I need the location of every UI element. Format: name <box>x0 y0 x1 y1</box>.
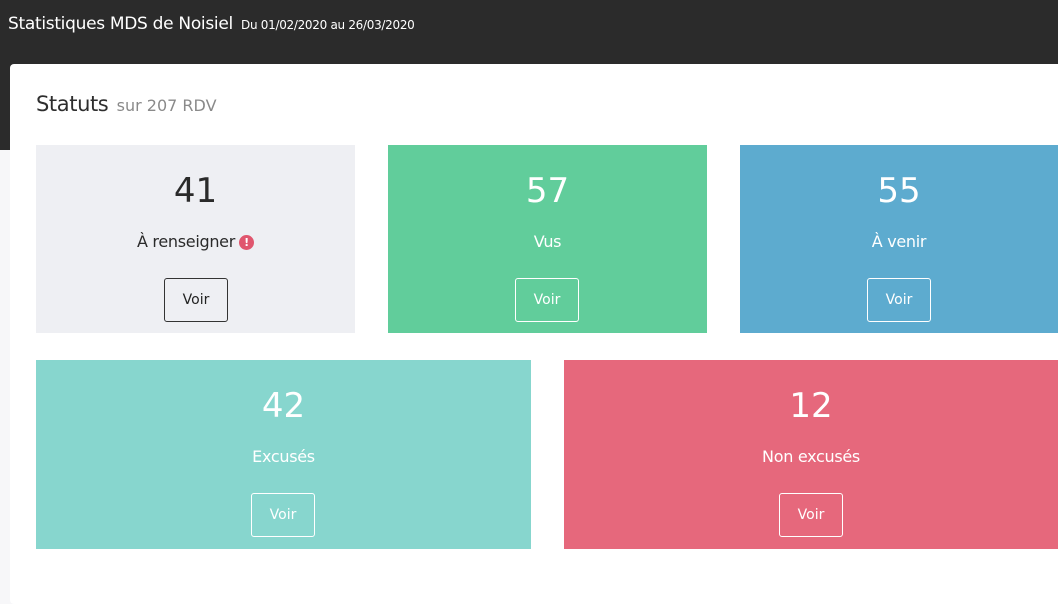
page-title-text: Statistiques MDS de Noisiel <box>8 14 233 34</box>
date-range: Du 01/02/2020 au 26/03/2020 <box>241 18 415 32</box>
voir-button[interactable]: Voir <box>164 278 228 322</box>
stat-count: 57 <box>525 171 570 211</box>
stat-a-renseigner: 41 À renseigner! Voir <box>36 145 355 333</box>
stat-label: À venir <box>871 232 927 251</box>
stat-non-excuses: 12 Non excusés Voir <box>564 360 1058 549</box>
stat-label: À renseigner! <box>36 231 355 253</box>
stat-a-venir: 55 À venir Voir <box>740 145 1058 333</box>
stat-label: Excusés <box>252 447 315 466</box>
stat-count: 55 <box>877 171 921 211</box>
statuts-heading: Statuts sur 207 RDV <box>36 92 217 116</box>
stat-label: Non excusés <box>762 447 860 466</box>
stat-label: Vus <box>533 232 562 251</box>
voir-button[interactable]: Voir <box>515 278 579 322</box>
stat-count: 41 <box>173 171 218 211</box>
statuts-subtitle: sur 207 RDV <box>116 96 217 115</box>
voir-button[interactable]: Voir <box>867 278 931 322</box>
statuts-title: Statuts <box>36 92 109 116</box>
stat-count: 12 <box>789 386 833 426</box>
voir-button[interactable]: Voir <box>779 493 843 537</box>
stat-count: 42 <box>261 386 306 426</box>
page-title: Statistiques MDS de Noisiel Du 01/02/202… <box>8 14 415 34</box>
voir-button[interactable]: Voir <box>251 493 315 537</box>
stat-vus: 57 Vus Voir <box>388 145 707 333</box>
exclamation-circle-icon: ! <box>239 235 254 250</box>
stat-excuses: 42 Excusés Voir <box>36 360 531 549</box>
